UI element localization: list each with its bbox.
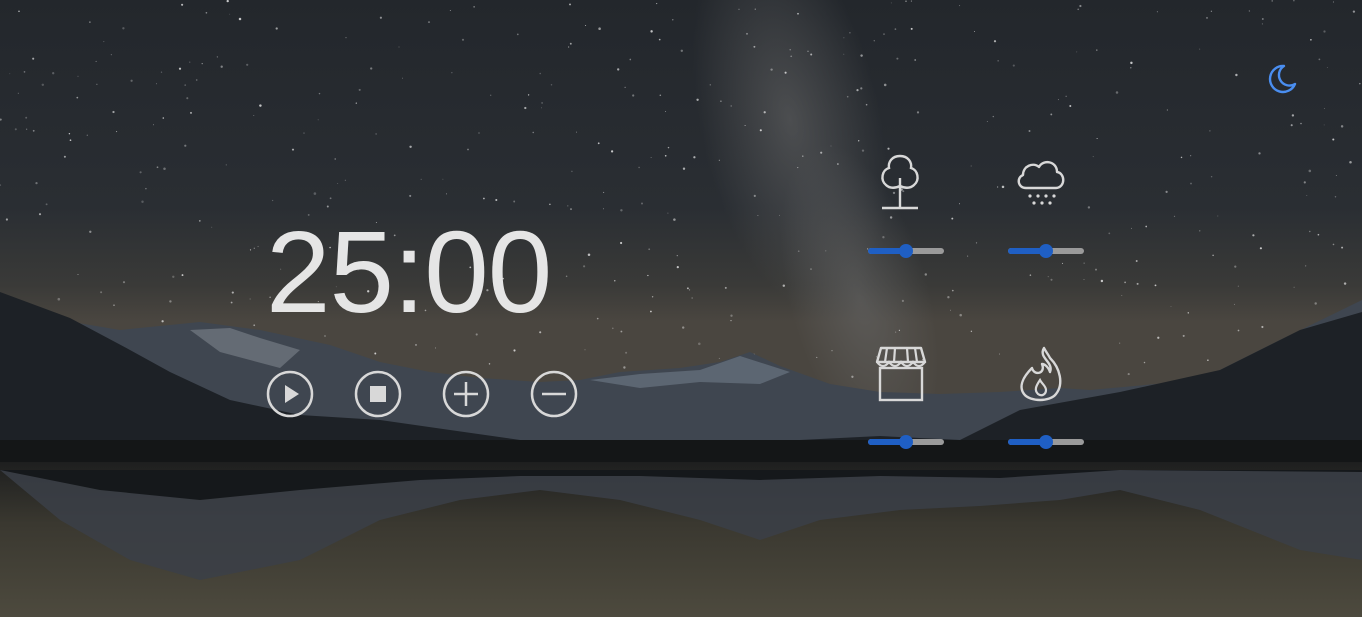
slider-thumb[interactable] <box>1039 435 1053 449</box>
plus-icon <box>442 370 490 418</box>
fireplace-volume-slider[interactable] <box>1008 435 1084 449</box>
tree-icon[interactable] <box>870 152 930 212</box>
play-button[interactable] <box>266 370 314 418</box>
stop-button[interactable] <box>354 370 402 418</box>
timer-display: 25:00 <box>266 207 552 337</box>
fire-icon[interactable] <box>1010 344 1070 404</box>
moon-icon[interactable] <box>1262 60 1300 98</box>
background-landscape <box>0 0 1362 617</box>
coffee-shop-volume-slider[interactable] <box>868 435 944 449</box>
add-time-button[interactable] <box>442 370 490 418</box>
slider-thumb[interactable] <box>899 435 913 449</box>
play-icon <box>266 370 314 418</box>
slider-thumb[interactable] <box>899 244 913 258</box>
forest-volume-slider[interactable] <box>868 244 944 258</box>
slider-thumb[interactable] <box>1039 244 1053 258</box>
rain-cloud-icon[interactable] <box>1010 152 1070 212</box>
storefront-icon[interactable] <box>871 344 931 404</box>
subtract-time-button[interactable] <box>530 370 578 418</box>
minus-icon <box>530 370 578 418</box>
rain-volume-slider[interactable] <box>1008 244 1084 258</box>
stop-icon <box>354 370 402 418</box>
